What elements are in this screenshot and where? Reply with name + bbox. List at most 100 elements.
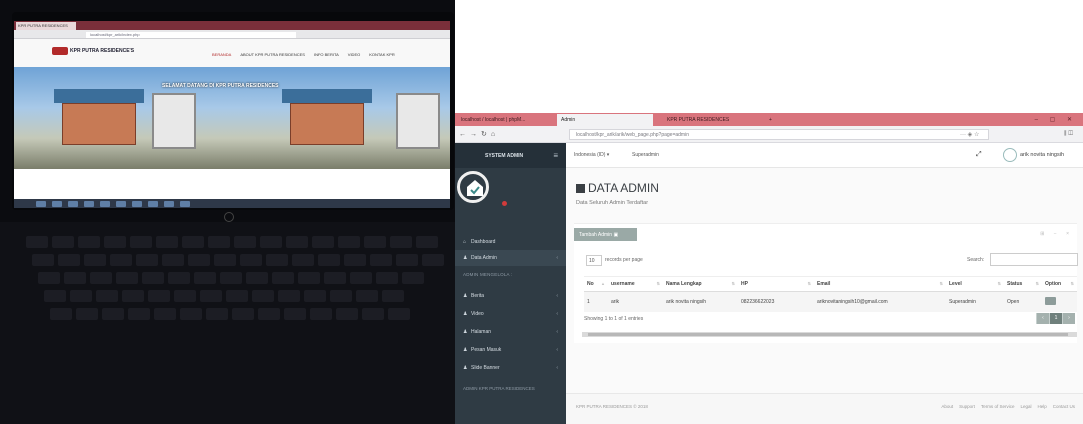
edit-button[interactable] [1045,297,1056,305]
chevron-left-icon: ‹ [556,293,558,299]
table-row: 1 arik arik novita ningsih 082236622023 … [584,291,1077,312]
column-header[interactable]: Status ⇅ [1004,276,1042,292]
footer-link-contact[interactable]: Contact Us [1053,404,1075,409]
sidebar-section-label: ADMIN MENGELOLA : [463,272,513,277]
horizontal-scrollbar[interactable] [582,332,1077,337]
site-body [14,169,450,199]
admin-table: No ▲ username ⇅ Nama Lengkap ⇅ HP ⇅ Email ⇅ L… [584,276,1077,312]
language-selector[interactable]: Indonesia (ID) ▾ [574,152,609,158]
sidebar-item-video[interactable]: ♟ Video ‹ [455,306,566,322]
table-cell: arik [608,291,663,312]
search-label: Search: [967,257,985,263]
laptop-browser-titlebar [14,21,450,30]
composite-image: KPR PUTRA RESIDENCES localhost/kpr_arik/… [0,0,1083,424]
prev-page-button[interactable]: ‹ [1036,313,1049,324]
table-cell: arik novita ningsih [663,291,738,312]
browser-tab[interactable]: localhost / localhost | phpM... [457,114,553,126]
laptop-screen: KPR PUTRA RESIDENCES localhost/kpr_arik/… [14,21,450,208]
browser-tab[interactable]: KPR PUTRA RESIDENCES [663,114,759,126]
column-header[interactable]: Email ⇅ [814,276,946,292]
sidebar-item-berita[interactable]: ♟ Berita ‹ [455,288,566,304]
sidebar-title: SYSTEM ADMIN [485,152,524,159]
column-header[interactable]: Nama Lengkap ⇅ [663,276,738,292]
page-footer: KPR PUTRA RESIDENCES © 2018 About Suppor… [566,393,1083,424]
add-admin-button[interactable]: Tambah Admin ▣ [574,228,637,241]
column-header[interactable]: No ▲ [584,276,608,292]
sidebar-item-pesan-masuk[interactable]: ♟ Pesan Masuk ‹ [455,342,566,358]
new-tab-button[interactable]: + [765,114,779,126]
browser-titlebar: localhost / localhost | phpM... Admin KP… [455,113,1083,126]
hero-text: SELAMAT DATANG DI KPR PUTRA RESIDENCES [162,83,279,89]
online-status-dot [502,201,507,206]
user-name[interactable]: arik novita ningsih [1020,152,1064,158]
os-taskbar [14,199,450,208]
records-per-page-select[interactable]: 10 [586,255,602,266]
sidebar-item-halaman[interactable]: ♟ Halaman ‹ [455,324,566,340]
footer-link-help[interactable]: Help [1037,404,1046,409]
top-bar: Indonesia (ID) ▾ Superadmin ⤢ arik novit… [566,143,1083,168]
table-header-row: No ▲ username ⇅ Nama Lengkap ⇅ HP ⇅ Email ⇅ L… [584,276,1077,292]
hamburger-menu-icon[interactable]: ≡ [553,151,558,160]
sidebar-item-label: Slide Banner [471,365,500,371]
next-page-button[interactable]: › [1062,313,1075,324]
card-tools-icons[interactable]: ⊞ − × [1040,231,1073,237]
laptop-browser-tab: KPR PUTRA RESIDENCES [16,22,76,30]
footer-link-legal[interactable]: Legal [1020,404,1031,409]
user-avatar[interactable] [1003,148,1017,162]
address-bar[interactable]: localhost/kpr_arik/arik/web_page.php?pag… [569,129,989,140]
page-subtitle: Data Seluruh Admin Terdaftar [576,200,649,206]
page-icon: ♟ [463,329,468,335]
video-icon: ♟ [463,311,468,317]
browser-nav-buttons[interactable]: ←→↻⌂ [459,130,499,138]
scrollbar-thumb[interactable] [588,333,1068,336]
address-bar-actions-icon[interactable]: ··· ◈ ☆ [960,131,979,138]
fullscreen-icon[interactable]: ⤢ [976,151,982,159]
table-icon [576,184,585,193]
table-cell: 082236622023 [738,291,814,312]
table-info: Showing 1 to 1 of 1 entries [584,316,644,322]
page-title: DATA ADMIN [576,181,659,195]
site-nav-item: INFO BERITA [313,52,339,57]
column-header[interactable]: HP ⇅ [738,276,814,292]
admin-sidebar: SYSTEM ADMIN ≡ ⌂ Dashboard ♟ Data Admin ‹ … [455,143,566,424]
page-button[interactable]: 1 [1049,313,1062,324]
search-input[interactable] [990,253,1078,266]
sidebar-item-label: Halaman [471,329,492,335]
browser-tab-active[interactable]: Admin [557,114,653,126]
site-nav-item: KONTAK KPR [369,52,395,57]
footer-links: About Support Terms of Service Legal Hel… [941,404,1075,409]
sidebar-item-data-admin[interactable]: ♟ Data Admin ‹ [455,250,566,266]
table-cell: Open [1004,291,1042,312]
column-header[interactable]: Level ⇅ [946,276,1004,292]
table-cell: Superadmin [946,291,1004,312]
copyright-text: KPR PUTRA RESIDENCES © 2018 [576,404,648,409]
sidebar-item-label: Data Admin [471,255,497,261]
browser-toolbar-icons[interactable]: ⫼ ◫ [1064,131,1073,138]
records-per-page-label: records per page [605,257,643,263]
mail-icon: ♟ [463,347,468,353]
page-title-text: DATA ADMIN [588,181,659,195]
role-label: Superadmin [632,152,659,158]
column-header[interactable]: username ⇅ [608,276,663,292]
window-controls[interactable]: – ▢ ✕ [1035,116,1077,123]
sidebar-item-label: Video [471,311,484,317]
plus-icon: ▣ [613,232,619,238]
chevron-left-icon: ‹ [556,365,558,371]
column-header[interactable]: Option ⇅ [1042,276,1077,292]
sidebar-footer: ADMIN KPR PUTRA RESIDENCES [463,386,535,391]
sidebar-item-slide-banner[interactable]: ♟ Slide Banner ‹ [455,360,566,376]
footer-link-about[interactable]: About [941,404,953,409]
laptop-url: localhost/kpr_arik/index.php [86,32,296,38]
footer-link-terms[interactable]: Terms of Service [981,404,1015,409]
sidebar-item-dashboard[interactable]: ⌂ Dashboard [455,234,566,250]
add-admin-label: Tambah Admin [579,232,613,238]
pagination: ‹ 1 › [1036,313,1075,324]
site-logo [52,47,68,55]
sidebar-item-label: Pesan Masuk [471,347,502,353]
table-cell: 1 [584,291,608,312]
site-nav-item: VIDEO [347,52,361,57]
footer-link-support[interactable]: Support [959,404,975,409]
avatar [457,171,489,203]
table-cell-option [1042,291,1077,312]
laptop-photo: KPR PUTRA RESIDENCES localhost/kpr_arik/… [0,0,455,424]
